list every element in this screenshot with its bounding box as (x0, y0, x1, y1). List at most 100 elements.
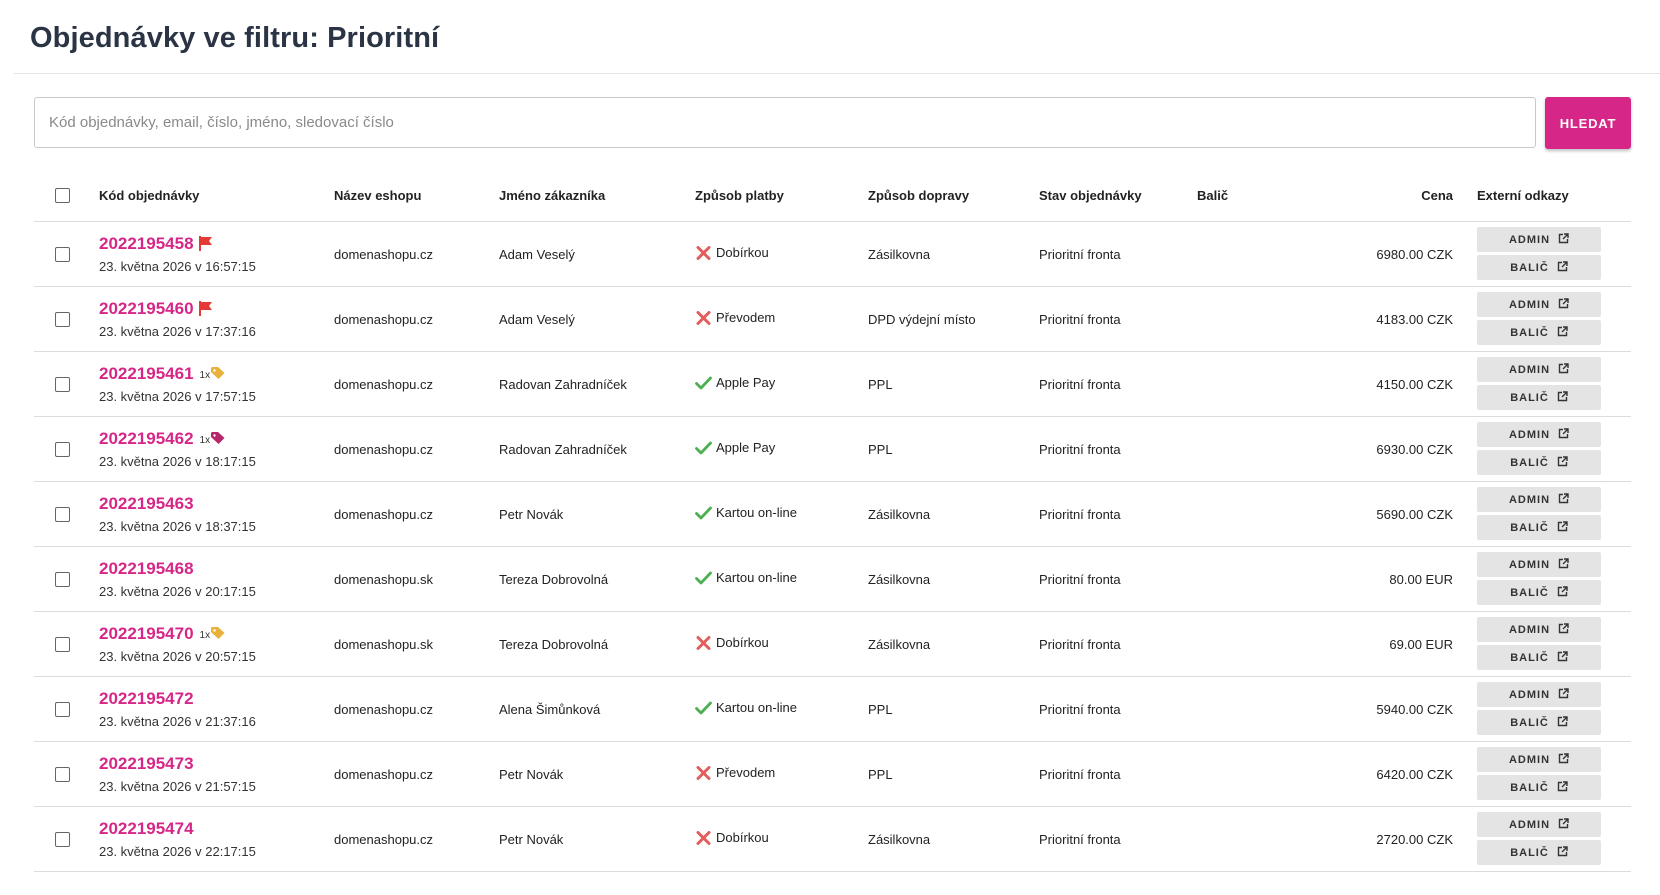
paid-check-icon (695, 376, 712, 393)
admin-link-button[interactable]: ADMIN (1477, 357, 1601, 382)
external-link-icon (1557, 260, 1568, 275)
select-all-checkbox[interactable] (55, 188, 70, 203)
column-header-eshop[interactable]: Název eshopu (334, 170, 499, 222)
admin-link-button[interactable]: ADMIN (1477, 617, 1601, 642)
order-status: Prioritní fronta (1039, 611, 1197, 677)
eshop-name: domenashopu.sk (334, 611, 499, 677)
row-checkbox[interactable] (55, 701, 70, 717)
delivery-method: PPL (868, 351, 1039, 417)
admin-link-button[interactable]: ADMIN (1477, 682, 1601, 707)
tag-count: 1x (199, 370, 211, 381)
order-code-link[interactable]: 2022195460 (99, 299, 194, 318)
packer-link-button[interactable]: BALIČ (1477, 320, 1601, 345)
row-checkbox[interactable] (55, 376, 70, 392)
table-row[interactable]: 2022195473 23. května 2026 v 21:57:15 dome… (34, 741, 1631, 807)
order-code-link[interactable]: 2022195462 (99, 429, 194, 448)
order-date: 23. května 2026 v 21:57:15 (99, 779, 256, 794)
packer-link-button[interactable]: BALIČ (1477, 840, 1601, 865)
row-select-cell (34, 286, 99, 352)
order-code-link[interactable]: 2022195470 (99, 624, 194, 643)
column-header-price[interactable]: Cena (1272, 170, 1477, 222)
customer-name: Petr Novák (499, 806, 695, 872)
admin-link-button[interactable]: ADMIN (1477, 747, 1601, 772)
payment-method: Apple Pay (716, 375, 776, 390)
table-row[interactable]: 2022195468 23. května 2026 v 20:17:15 dome… (34, 546, 1631, 612)
packer-link-button[interactable]: BALIČ (1477, 255, 1601, 280)
external-links-cell: ADMIN BALIČ (1477, 221, 1631, 287)
order-code-link[interactable]: 2022195473 (99, 754, 194, 773)
paid-check-icon (695, 571, 712, 588)
packer-link-label: BALIČ (1510, 391, 1549, 404)
packer-link-button[interactable]: BALIČ (1477, 515, 1601, 540)
priority-flag-icon (198, 301, 213, 319)
external-link-icon (1558, 492, 1569, 507)
packer-link-label: BALIČ (1510, 456, 1549, 469)
row-select-cell (34, 481, 99, 547)
table-row[interactable]: 2022195461 1x 23. května 2026 v 17:57:15 do… (34, 351, 1631, 417)
packer-link-button[interactable]: BALIČ (1477, 385, 1601, 410)
order-tag: 1x (200, 431, 226, 447)
row-checkbox[interactable] (55, 831, 70, 847)
column-header-delivery[interactable]: Způsob dopravy (868, 170, 1039, 222)
search-input[interactable] (34, 97, 1536, 148)
customer-name: Petr Novák (499, 481, 695, 547)
external-link-icon (1558, 297, 1569, 312)
search-button[interactable]: HLEDAT (1545, 97, 1631, 149)
order-status: Prioritní fronta (1039, 481, 1197, 547)
column-header-packer[interactable]: Balič (1197, 170, 1272, 222)
payment-method: Kartou on-line (716, 700, 797, 715)
external-links-cell: ADMIN BALIČ (1477, 676, 1631, 742)
table-row[interactable]: 2022195462 1x 23. května 2026 v 18:17:15 do… (34, 416, 1631, 482)
column-header-code[interactable]: Kód objednávky (99, 170, 334, 222)
order-code-link[interactable]: 2022195463 (99, 494, 194, 513)
row-checkbox[interactable] (55, 766, 70, 782)
row-checkbox[interactable] (55, 571, 70, 587)
table-row[interactable]: 2022195472 23. května 2026 v 21:37:16 dome… (34, 676, 1631, 742)
order-code-link[interactable]: 2022195468 (99, 559, 194, 578)
packer-link-label: BALIČ (1510, 651, 1549, 664)
packer-link-button[interactable]: BALIČ (1477, 710, 1601, 735)
table-row[interactable]: 2022195460 23. května 2026 v 17:37:16 dome… (34, 286, 1631, 352)
payment-method: Převodem (716, 765, 776, 780)
admin-link-button[interactable]: ADMIN (1477, 422, 1601, 447)
row-checkbox[interactable] (55, 311, 70, 327)
row-checkbox[interactable] (55, 506, 70, 522)
column-header-status[interactable]: Stav objednávky (1039, 170, 1197, 222)
packer-link-button[interactable]: BALIČ (1477, 450, 1601, 475)
row-checkbox[interactable] (55, 441, 70, 457)
admin-link-button[interactable]: ADMIN (1477, 812, 1601, 837)
order-code-link[interactable]: 2022195458 (99, 234, 194, 253)
packer-link-button[interactable]: BALIČ (1477, 580, 1601, 605)
order-code-link[interactable]: 2022195474 (99, 819, 194, 838)
table-row[interactable]: 2022195470 1x 23. května 2026 v 20:57:15 do… (34, 611, 1631, 677)
external-link-icon (1557, 715, 1568, 730)
order-date: 23. května 2026 v 17:37:16 (99, 324, 256, 339)
packer-name (1197, 221, 1272, 287)
table-row[interactable]: 2022195474 23. května 2026 v 22:17:15 dome… (34, 806, 1631, 872)
order-status: Prioritní fronta (1039, 416, 1197, 482)
packer-link-button[interactable]: BALIČ (1477, 645, 1601, 670)
order-code-cell: 2022195473 23. května 2026 v 21:57:15 (99, 741, 334, 807)
external-links-cell: ADMIN BALIČ (1477, 806, 1631, 872)
order-status: Prioritní fronta (1039, 221, 1197, 287)
external-link-icon (1558, 232, 1569, 247)
paid-check-icon (695, 506, 712, 523)
row-checkbox[interactable] (55, 636, 70, 652)
packer-link-button[interactable]: BALIČ (1477, 775, 1601, 800)
admin-link-button[interactable]: ADMIN (1477, 487, 1601, 512)
table-row[interactable]: 2022195463 23. května 2026 v 18:37:15 dome… (34, 481, 1631, 547)
packer-name (1197, 806, 1272, 872)
column-header-payment[interactable]: Způsob platby (695, 170, 868, 222)
row-checkbox[interactable] (55, 246, 70, 262)
customer-name: Adam Veselý (499, 286, 695, 352)
admin-link-button[interactable]: ADMIN (1477, 552, 1601, 577)
order-code-link[interactable]: 2022195461 (99, 364, 194, 383)
eshop-name: domenashopu.sk (334, 546, 499, 612)
table-row[interactable]: 2022195458 23. května 2026 v 16:57:15 dome… (34, 221, 1631, 287)
column-header-customer[interactable]: Jméno zákazníka (499, 170, 695, 222)
payment-method-cell: Převodem (695, 741, 868, 807)
external-link-icon (1557, 520, 1568, 535)
admin-link-button[interactable]: ADMIN (1477, 227, 1601, 252)
order-code-link[interactable]: 2022195472 (99, 689, 194, 708)
admin-link-button[interactable]: ADMIN (1477, 292, 1601, 317)
